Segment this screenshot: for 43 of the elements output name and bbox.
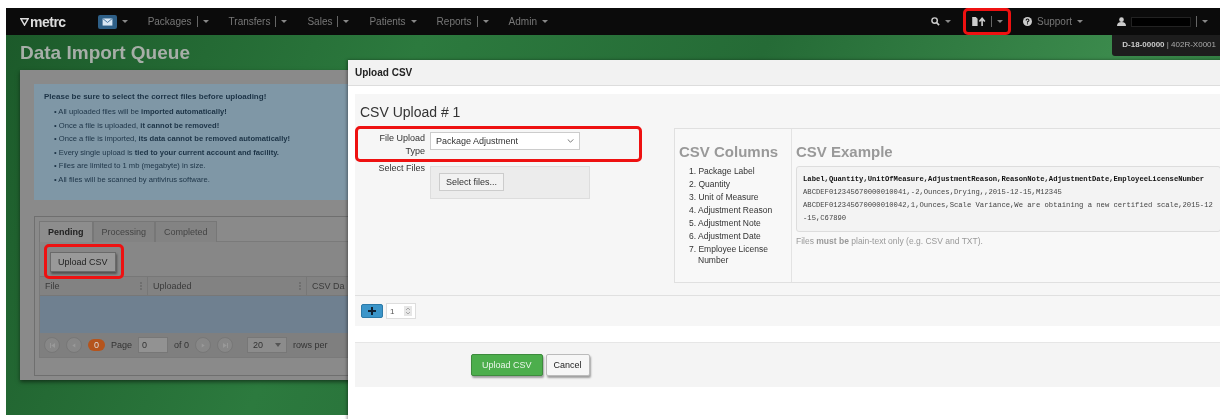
column-name: 3. Unit of Measure — [689, 192, 760, 203]
cancel-button[interactable]: Cancel — [545, 354, 590, 376]
facility-badge: D-18-00000 | 402R-X0001 — [1112, 35, 1220, 56]
tab[interactable]: Completed — [155, 221, 217, 242]
page-title: Data Import Queue — [20, 41, 190, 64]
column-name: 2. Quantity — [689, 179, 732, 190]
form-heading: CSV Upload # 1 — [360, 104, 462, 120]
example-title: CSV Example — [796, 143, 894, 160]
page-total: of 0 — [174, 340, 190, 350]
column-header[interactable]: File — [40, 277, 148, 295]
page-label: Page — [111, 340, 133, 350]
upload-type-select[interactable]: Package Adjustment — [430, 132, 580, 150]
field-label: Select Files — [377, 162, 425, 175]
nav-menu-item[interactable]: Transfers — [228, 16, 288, 27]
column-name: 1. Package Label — [689, 166, 756, 177]
count-badge: 0 — [88, 339, 105, 351]
nav-menu-item[interactable]: Reports — [436, 16, 489, 27]
nav-menu-item[interactable]: Patients — [369, 16, 417, 27]
format-note: Files must be plain-text only (e.g. CSV and TXT). — [796, 236, 984, 246]
column-name: 6. Adjustment Date — [689, 231, 762, 242]
column-header[interactable]: Uploaded — [148, 277, 307, 295]
rows-label: rows per — [293, 340, 328, 350]
nav-menu-item[interactable]: Admin — [508, 16, 548, 27]
notice-heading: Please be sure to select the correct files before uploading! — [44, 92, 267, 101]
tab[interactable]: Processing — [92, 221, 156, 242]
page-input[interactable]: 0 — [138, 337, 169, 353]
column-name: 5. Adjustment Note — [689, 218, 762, 229]
file-drop-area[interactable]: Select files... — [430, 166, 590, 199]
column-name: 4. Adjustment Reason — [689, 205, 774, 216]
select-files-button[interactable]: Select files... — [439, 173, 505, 191]
support-menu[interactable]: Support — [1022, 16, 1083, 27]
nav-menu-item[interactable]: Sales — [307, 16, 350, 27]
rows-select[interactable]: 20 — [247, 337, 288, 353]
tab[interactable]: Pending — [39, 221, 93, 242]
dialog-title: Upload CSV — [355, 67, 413, 78]
nav-menu-item[interactable]: Packages — [147, 16, 209, 27]
field-label: File Upload Type — [378, 132, 425, 158]
upload-csv-button[interactable]: Upload CSV — [50, 252, 116, 272]
count-input[interactable]: 1 — [386, 303, 416, 319]
logo[interactable]: metrc — [20, 13, 66, 30]
column-name: 7. Employee License Number — [689, 244, 769, 266]
columns-title: CSV Columns — [679, 143, 780, 160]
submit-button[interactable]: Upload CSV — [471, 354, 543, 376]
